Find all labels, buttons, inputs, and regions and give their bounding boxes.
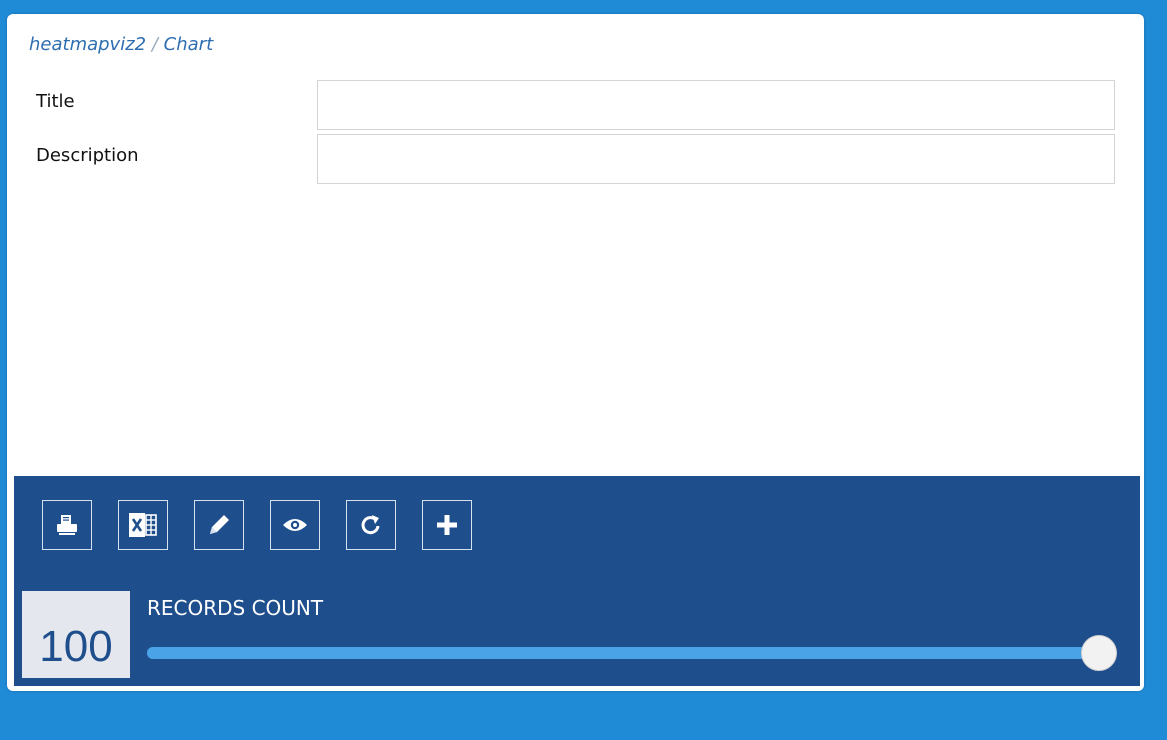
chart-toolbar: 100 RECORDS COUNT [14, 476, 1140, 686]
refresh-icon [361, 515, 380, 535]
print-icon [57, 515, 77, 535]
chart-panel: heatmapviz2 / Chart Title Description 10… [7, 14, 1144, 691]
excel-icon [129, 513, 157, 537]
records-slider-thumb[interactable] [1081, 635, 1117, 671]
title-input[interactable] [317, 80, 1115, 130]
description-input[interactable] [317, 134, 1115, 184]
print-button[interactable] [42, 500, 92, 550]
title-label: Title [36, 91, 75, 112]
edit-button[interactable] [194, 500, 244, 550]
breadcrumb: heatmapviz2 / Chart [29, 34, 213, 55]
eye-icon [283, 519, 307, 531]
description-label: Description [36, 145, 139, 166]
preview-button[interactable] [270, 500, 320, 550]
export-excel-button[interactable] [118, 500, 168, 550]
breadcrumb-module-link[interactable]: heatmapviz2 [29, 34, 146, 55]
records-slider-fill [147, 647, 1117, 659]
breadcrumb-separator: / [151, 34, 158, 55]
records-count-value: 100 [22, 591, 130, 678]
refresh-button[interactable] [346, 500, 396, 550]
plus-icon [437, 515, 457, 535]
breadcrumb-page: Chart [163, 34, 214, 55]
add-button[interactable] [422, 500, 472, 550]
records-count-label: RECORDS COUNT [147, 596, 324, 620]
records-count-slider[interactable] [147, 635, 1117, 671]
pencil-icon [210, 515, 229, 534]
